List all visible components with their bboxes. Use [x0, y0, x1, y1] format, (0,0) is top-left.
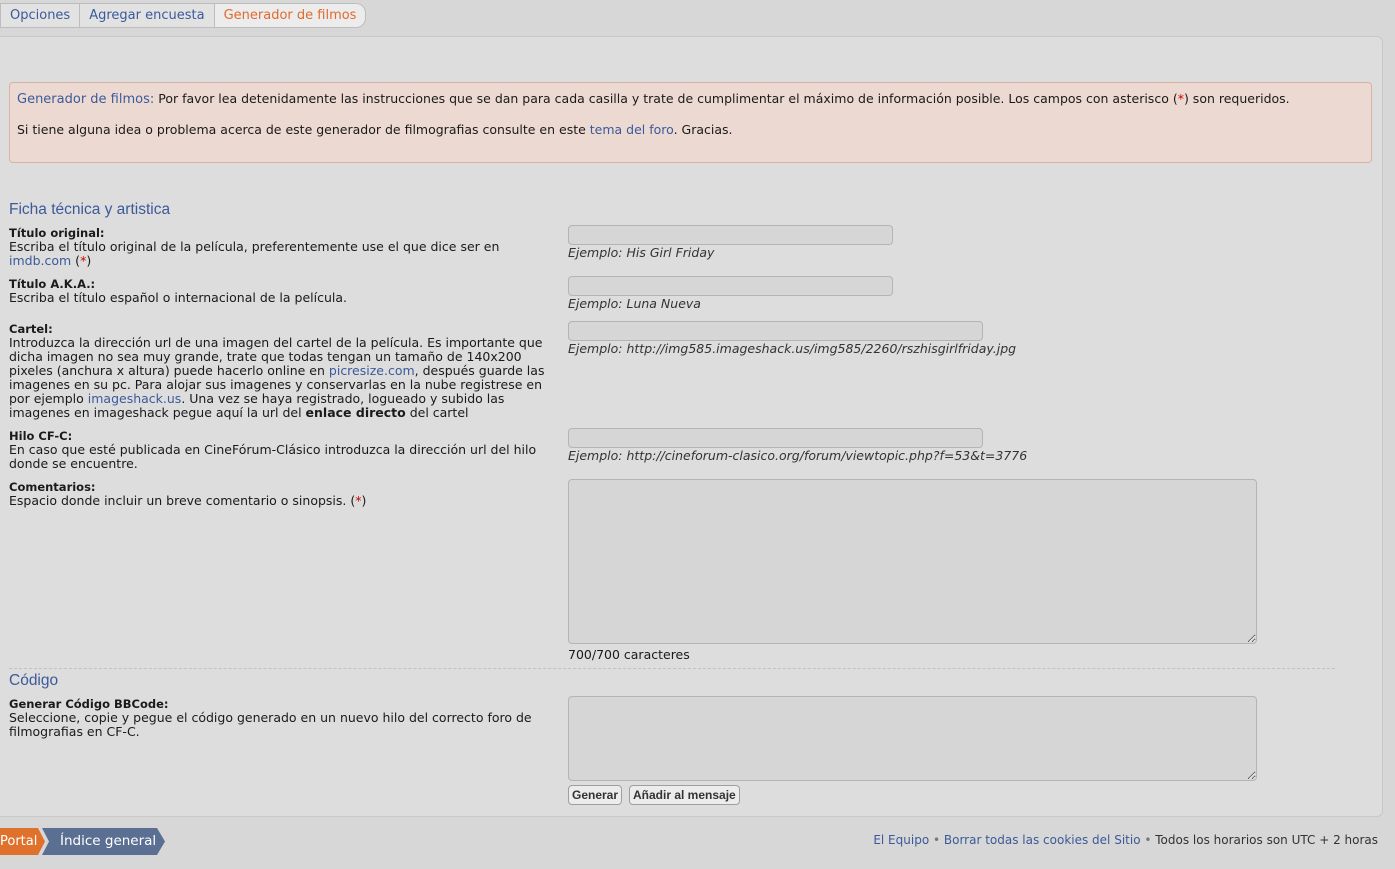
titulo-original-input[interactable]: [568, 225, 893, 245]
example-text: Ejemplo: http://cineforum-clasico.org/fo…: [568, 448, 1028, 463]
description-text: Espacio donde incluir un breve comentari…: [9, 493, 356, 508]
generar-button[interactable]: Generar: [568, 785, 623, 805]
notice-text: Por favor lea detenidamente las instrucc…: [154, 91, 1178, 106]
field-description: Escriba el título español o internaciona…: [9, 290, 348, 305]
imdb-link[interactable]: imdb.com: [9, 253, 71, 268]
character-counter: 700/700 caracteres: [568, 647, 690, 662]
tab-agregar-encuesta[interactable]: Agregar encuesta: [80, 3, 215, 28]
tab-generador-de-filmos[interactable]: Generador de filmos: [214, 3, 367, 28]
notice-text-2: Si tiene alguna idea o problema acerca d…: [17, 122, 590, 137]
notice-line-2: Si tiene alguna idea o problema acerca d…: [17, 122, 733, 138]
titulo-aka-input[interactable]: [568, 276, 893, 296]
field-label: Generar Código BBCode:: [9, 697, 169, 711]
bold-text: enlace directo: [305, 405, 406, 420]
description-text: Escriba el título original de la películ…: [9, 239, 500, 254]
breadcrumb-index[interactable]: Índice general: [42, 828, 165, 855]
paren: (: [71, 253, 81, 268]
field-description: Seleccione, copie y pegue el código gene…: [9, 710, 532, 739]
tab-opciones[interactable]: Opciones: [0, 3, 81, 28]
description-text: del cartel: [405, 405, 469, 420]
field-cartel: Cartel: Introduzca la dirección url de u…: [9, 322, 554, 420]
cartel-input[interactable]: [568, 321, 983, 341]
field-label: Hilo CF-C:: [9, 429, 73, 443]
forum-topic-link[interactable]: tema del foro: [590, 122, 674, 137]
notice-line-1: Generador de filmos: Por favor lea deten…: [17, 91, 1290, 108]
picresize-link[interactable]: picresize.com: [329, 363, 415, 378]
notice-title: Generador de filmos:: [17, 92, 155, 107]
separator: •: [1140, 833, 1156, 847]
field-description: Escriba el título original de la películ…: [9, 240, 554, 268]
field-titulo-original: Título original: Escriba el título origi…: [9, 226, 554, 268]
bbcode-output-textarea[interactable]: [568, 696, 1257, 781]
notice-box: Generador de filmos: Por favor lea deten…: [9, 82, 1372, 163]
field-comentarios: Comentarios: Espacio donde incluir un br…: [9, 480, 554, 508]
section-title-ficha: Ficha técnica y artistica: [9, 201, 171, 218]
timezone-text: Todos los horarios son UTC + 2 horas: [1155, 833, 1378, 847]
add-to-message-button[interactable]: Añadir al mensaje: [629, 785, 740, 805]
field-label: Título A.K.A.:: [9, 277, 96, 291]
field-description: Espacio donde incluir un breve comentari…: [9, 494, 554, 508]
field-titulo-aka: Título A.K.A.: Escriba el título español…: [9, 277, 554, 305]
field-label: Cartel:: [9, 322, 53, 336]
notice-text-2-end: . Gracias.: [673, 122, 733, 137]
field-label: Comentarios:: [9, 480, 96, 494]
delete-cookies-link[interactable]: Borrar todas las cookies del Sitio: [944, 833, 1141, 847]
paren: ): [361, 493, 367, 508]
notice-text-end: ) son requeridos.: [1183, 91, 1290, 106]
field-description: En caso que esté publicada en CineFórum-…: [9, 442, 537, 471]
field-description: Introduzca la dirección url de una image…: [9, 336, 554, 420]
paren: ): [86, 253, 92, 268]
team-link[interactable]: El Equipo: [873, 833, 929, 847]
example-text: Ejemplo: His Girl Friday: [568, 245, 715, 260]
imageshack-link[interactable]: imageshack.us: [88, 391, 182, 406]
hilo-input[interactable]: [568, 428, 983, 448]
breadcrumb-portal[interactable]: Portal: [0, 828, 45, 855]
field-label: Título original:: [9, 226, 105, 240]
tab-bar: Opciones Agregar encuesta Generador de f…: [0, 3, 367, 28]
footer-links: El Equipo • Borrar todas las cookies del…: [873, 833, 1378, 847]
field-codigo: Generar Código BBCode: Seleccione, copie…: [9, 697, 554, 739]
example-text: Ejemplo: Luna Nueva: [568, 296, 701, 311]
field-hilo: Hilo CF-C: En caso que esté publicada en…: [9, 429, 554, 471]
section-title-codigo: Código: [9, 672, 59, 689]
comentarios-textarea[interactable]: [568, 479, 1257, 644]
separator: •: [929, 833, 944, 847]
example-text: Ejemplo: http://img585.imageshack.us/img…: [568, 341, 1017, 356]
section-divider: [9, 668, 1335, 669]
